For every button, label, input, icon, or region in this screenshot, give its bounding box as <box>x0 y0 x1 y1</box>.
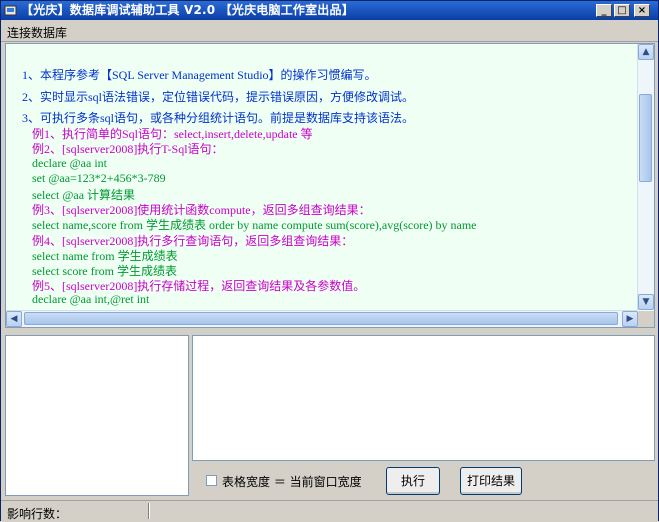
panel-splitter[interactable] <box>1 329 658 333</box>
scroll-right-icon[interactable]: ▶ <box>622 311 638 327</box>
editor-line: 1、本程序参考【SQL Server Management Studio】的操作… <box>22 68 377 82</box>
close-button[interactable]: × <box>634 4 650 17</box>
affected-rows-label: 影响行数： <box>7 507 68 521</box>
maximize-button[interactable]: □ <box>614 4 630 17</box>
editor-line: declare @aa int,@ret int <box>32 292 150 306</box>
menu-connect-database[interactable]: 连接数据库 <box>7 24 67 41</box>
scroll-left-icon[interactable]: ◀ <box>6 311 22 327</box>
editor-line: 例2、[sqlserver2008]执行T-Sql语句： <box>32 142 224 156</box>
result-grid-panel[interactable] <box>192 335 655 461</box>
editor-line: 2、实时显示sql语法错误，定位错误代码，提示错误原因，方便修改调试。 <box>22 90 415 104</box>
app-window: 【光庆】数据库调试辅助工具 V2.0 【光庆电脑工作室出品】 _ □ × 连接数… <box>0 0 659 521</box>
sql-editor[interactable]: 1、本程序参考【SQL Server Management Studio】的操作… <box>5 43 655 328</box>
app-icon <box>4 5 17 16</box>
editor-vertical-scrollbar[interactable]: ▲ ▼ <box>637 44 654 310</box>
minimize-button[interactable]: _ <box>596 4 612 17</box>
table-width-checkbox[interactable] <box>206 475 217 486</box>
scroll-up-icon[interactable]: ▲ <box>638 44 654 60</box>
window-title: 【光庆】数据库调试辅助工具 V2.0 【光庆电脑工作室出品】 <box>21 3 354 17</box>
result-list-panel[interactable] <box>5 335 189 496</box>
scroll-down-icon[interactable]: ▼ <box>638 294 654 310</box>
editor-line: select name,score from 学生成绩表 order by na… <box>32 218 477 232</box>
print-results-button[interactable]: 打印结果 <box>460 467 522 495</box>
execute-button[interactable]: 执行 <box>386 467 440 495</box>
table-width-checkbox-label: 表格宽度 ＝ 当前窗口宽度 <box>222 475 362 489</box>
scrollbar-corner <box>638 311 654 327</box>
editor-line: declare @aa int <box>32 156 108 170</box>
sql-editor-content[interactable]: 1、本程序参考【SQL Server Management Studio】的操作… <box>6 44 638 310</box>
editor-line: set @aa=123*2+456*3-789 <box>32 171 166 185</box>
title-bar[interactable]: 【光庆】数据库调试辅助工具 V2.0 【光庆电脑工作室出品】 _ □ × <box>1 1 658 20</box>
editor-vertical-scroll-thumb[interactable] <box>639 94 652 182</box>
editor-horizontal-scroll-thumb[interactable] <box>24 312 618 325</box>
menu-bar: 连接数据库 <box>1 21 658 42</box>
editor-line: 3、可执行多条sql语句，或各种分组统计语句。前提是数据库支持该语法。 <box>22 111 415 125</box>
status-separator <box>148 503 150 519</box>
status-bar: 影响行数： <box>1 500 658 521</box>
editor-horizontal-scrollbar[interactable]: ◀ ▶ <box>6 310 638 327</box>
